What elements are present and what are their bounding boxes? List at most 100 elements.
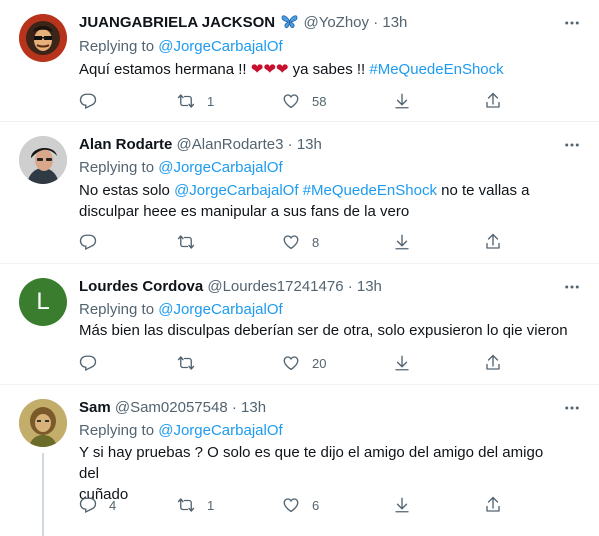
retweet-button[interactable] [177,353,195,373]
replying-to-link[interactable]: @JorgeCarbajalOf [158,159,282,176]
display-name[interactable]: JUANGABRIELA JACKSON [79,14,275,31]
hashtag-link[interactable]: #MeQuedeEnShock [369,61,503,78]
replying-prefix: Replying to [79,422,155,439]
avatar[interactable]: L [19,278,67,326]
more-icon[interactable] [563,399,581,417]
like-count: 8 [312,234,320,250]
replying-to: Replying to @JorgeCarbajalOf [79,421,283,441]
more-icon[interactable] [563,136,581,154]
like-button[interactable]: 20 [282,353,326,373]
retweet-icon [177,496,195,514]
hashtag-link[interactable]: #MeQuedeEnShock [303,182,437,199]
tweet-text: Más bien las disculpas deberían ser de o… [79,321,568,341]
like-count: 58 [312,93,327,109]
retweet-icon [177,92,195,110]
replying-to: Replying to @JorgeCarbajalOf [79,37,283,57]
tweet-header: Lourdes Cordova @Lourdes17241476 · 13h [79,278,382,296]
user-handle[interactable]: @YoZhoy [303,14,369,31]
replying-prefix: Replying to [79,38,155,55]
timestamp[interactable]: 13h [357,278,382,295]
retweet-button[interactable]: 1 [177,91,214,111]
tweet-sam[interactable]: Sam @Sam02057548 · 13h Replying to @Jorg… [0,385,599,536]
download-button[interactable] [393,232,411,252]
like-button[interactable]: 58 [282,91,326,111]
download-icon [393,354,411,372]
replying-prefix: Replying to [79,159,155,176]
share-button[interactable] [484,232,502,252]
user-handle[interactable]: @AlanRodarte3 [177,136,284,153]
like-button[interactable]: 6 [282,495,319,515]
red-heart-emoji-icon: ❤❤❤ [250,60,289,78]
heart-icon [282,92,300,110]
download-icon [393,496,411,514]
reply-count: 4 [109,497,117,513]
reply-icon [79,496,97,514]
share-button[interactable] [484,495,502,515]
mention-link[interactable]: @JorgeCarbajalOf [174,182,298,199]
download-button[interactable] [393,353,411,373]
tweet-text-part: Y si hay pruebas ? O solo es que te dijo… [79,444,544,482]
like-button[interactable]: 8 [282,232,319,252]
retweet-button[interactable] [177,232,195,252]
display-name[interactable]: Sam [79,399,111,416]
avatar[interactable] [19,14,67,62]
replying-to-link[interactable]: @JorgeCarbajalOf [158,38,282,55]
download-button[interactable] [393,91,411,111]
share-icon [484,233,502,251]
download-icon [393,92,411,110]
replying-to-link[interactable]: @JorgeCarbajalOf [158,301,282,318]
tweet-alan-rodarte[interactable]: Alan Rodarte @AlanRodarte3 · 13h Replyin… [0,122,599,262]
separator-dot: · [373,14,379,31]
download-button[interactable] [393,495,411,515]
tweet-text-part: Más bien las disculpas deberían ser de o… [79,322,568,339]
reply-button[interactable] [79,353,97,373]
tweet-header: JUANGABRIELA JACKSON @YoZhoy · 13h [79,14,407,32]
tweet-text-part: Aquí estamos hermana !! [79,61,247,78]
replying-to-link[interactable]: @JorgeCarbajalOf [158,422,282,439]
tweet-text: No estas solo @JorgeCarbajalOf #MeQuedeE… [79,180,559,222]
tweet-header: Sam @Sam02057548 · 13h [79,399,266,417]
tweet-text-part: disculpar heee es manipular a sus fans d… [79,203,410,220]
avatar[interactable] [19,136,67,184]
tweet-text-part: ya sabes !! [292,61,366,78]
heart-icon [282,354,300,372]
display-name[interactable]: Alan Rodarte [79,136,172,153]
more-icon[interactable] [563,278,581,296]
timestamp[interactable]: 13h [297,136,322,153]
share-button[interactable] [484,353,502,373]
like-count: 20 [312,355,327,371]
tweet-header: Alan Rodarte @AlanRodarte3 · 13h [79,136,322,154]
retweet-count: 1 [207,497,215,513]
share-icon [484,354,502,372]
avatar-letter: L [36,288,50,315]
avatar-image [19,14,67,62]
reply-icon [79,92,97,110]
timestamp[interactable]: 13h [382,14,407,31]
avatar-image [19,136,67,184]
thread-line [42,453,44,536]
tweet-lourdes-cordova[interactable]: L Lourdes Cordova @Lourdes17241476 · 13h… [0,264,599,383]
avatar[interactable] [19,399,67,447]
separator-dot: · [347,278,353,295]
share-button[interactable] [484,91,502,111]
reply-button[interactable] [79,91,97,111]
reply-button[interactable] [79,232,97,252]
heart-icon [282,233,300,251]
user-handle[interactable]: @Lourdes17241476 [207,278,343,295]
reply-icon [79,354,97,372]
retweet-button[interactable]: 1 [177,495,214,515]
more-icon[interactable] [563,14,581,32]
butterfly-emoji-icon [279,14,303,31]
like-count: 6 [312,497,320,513]
timestamp[interactable]: 13h [241,399,266,416]
user-handle[interactable]: @Sam02057548 [115,399,228,416]
retweet-icon [177,233,195,251]
download-icon [393,233,411,251]
tweet-text-part: No estas solo [79,182,170,199]
reply-button[interactable]: 4 [79,495,116,515]
avatar-image [19,399,67,447]
tweet-juangabriela[interactable]: JUANGABRIELA JACKSON @YoZhoy · 13h Reply… [0,0,599,121]
display-name[interactable]: Lourdes Cordova [79,278,203,295]
heart-icon [282,496,300,514]
replying-prefix: Replying to [79,301,155,318]
